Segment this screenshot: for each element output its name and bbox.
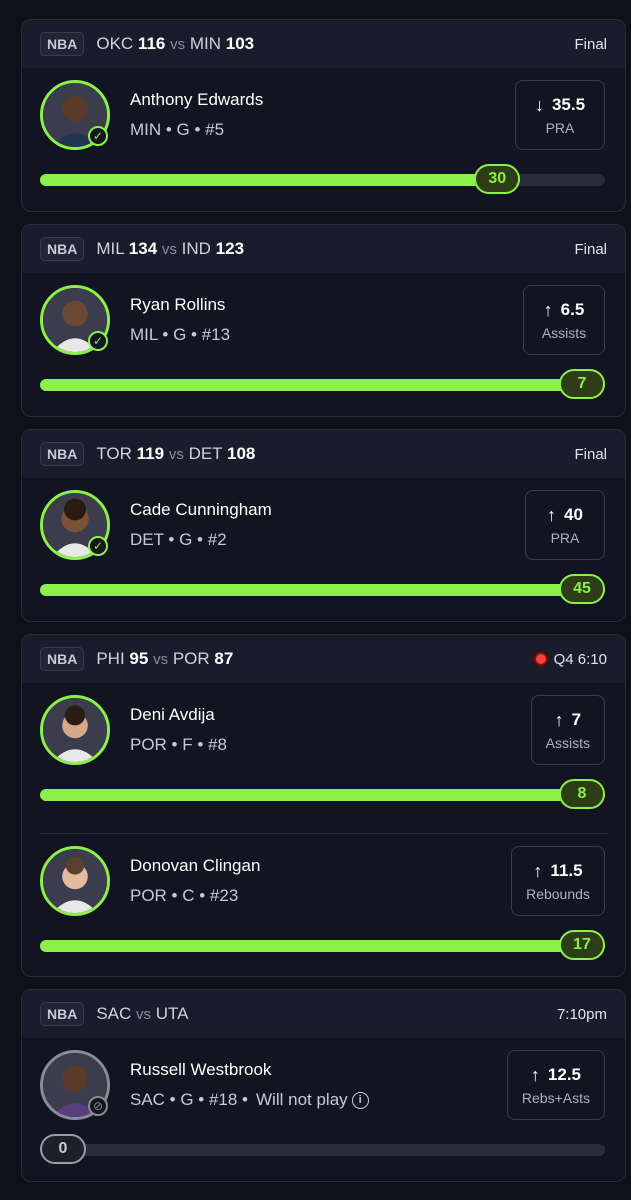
league-badge: NBA [40, 1002, 85, 1026]
prop-line: 11.5 [550, 861, 583, 880]
player-info: DET • G • #2 [130, 530, 227, 549]
game-status: Q4 6:10 [533, 651, 607, 668]
player-avatar [40, 846, 110, 916]
check-icon: ✓ [88, 126, 108, 146]
game-card-phi-por[interactable]: NBA PHI 95 vs POR 87 Q4 6:10 Deni Avdija… [21, 634, 626, 977]
prop-line: 7 [571, 710, 582, 729]
game-status: Final [574, 240, 607, 258]
prop-stat: Rebounds [526, 885, 590, 902]
prop-line-box[interactable]: ↑ 12.5 Rebs+Asts [506, 1050, 605, 1120]
player-name: Donovan Clingan [130, 856, 261, 875]
league-badge: NBA [40, 442, 85, 466]
game-status: 7:10pm [556, 1005, 607, 1023]
matchup: SAC vs UTA [96, 1004, 189, 1023]
unavailable-icon: ⊘ [88, 1096, 108, 1116]
progress-fill [40, 379, 605, 391]
game-card-sac-uta[interactable]: NBA SAC vs UTA 7:10pm ⊘ Russell Westbroo… [21, 989, 626, 1182]
game-header: NBA TOR 119 vs DET 108 Final [22, 430, 625, 478]
player-row[interactable]: Donovan Clingan POR • C • #23 ↑ 11.5 Rebo… [22, 834, 625, 976]
player-name: Cade Cunningham [130, 500, 272, 519]
arrow-up-icon: ↑ [533, 860, 543, 881]
progress-track [40, 584, 605, 596]
prop-line: 6.5 [560, 300, 585, 319]
prop-stat: Assists [545, 734, 590, 751]
progress-track [40, 1144, 605, 1156]
prop-line-box[interactable]: ↑ 11.5 Rebounds [511, 846, 605, 916]
prop-line-box[interactable]: ↑ 6.5 Assists [523, 285, 605, 355]
result-bubble: 30 [474, 164, 521, 194]
player-name: Anthony Edwards [130, 90, 264, 109]
player-row[interactable]: ⊘ Russell Westbrook SAC • G • #18 • Will … [22, 1038, 625, 1181]
player-name: Deni Avdija [130, 705, 215, 724]
progress-fill [40, 789, 605, 801]
result-bubble: 17 [559, 930, 605, 960]
progress-fill [40, 940, 605, 952]
game-card-okc-min[interactable]: NBA OKC 116 vs MIN 103 Final ✓ Anthony E… [21, 19, 626, 212]
game-header: NBA PHI 95 vs POR 87 Q4 6:10 [22, 635, 625, 683]
arrow-down-icon: ↓ [534, 94, 544, 115]
league-badge: NBA [40, 237, 85, 261]
prop-stat: Assists [541, 324, 587, 341]
check-icon: ✓ [88, 331, 108, 351]
prop-stat: PRA [550, 529, 580, 546]
player-row[interactable]: ✓ Anthony Edwards MIN • G • #5 ↓ 35.5 PRA… [22, 68, 625, 211]
progress-track [40, 379, 605, 391]
game-header: NBA SAC vs UTA 7:10pm [22, 990, 625, 1038]
player-row[interactable]: ✓ Cade Cunningham DET • G • #2 ↑ 40 PRA 4… [22, 478, 625, 621]
player-info: POR • C • #23 [130, 886, 239, 905]
player-row[interactable]: Deni Avdija POR • F • #8 ↑ 7 Assists 8 [22, 683, 625, 833]
game-status: Final [574, 35, 607, 53]
arrow-up-icon: ↑ [554, 709, 564, 730]
check-icon: ✓ [88, 536, 108, 556]
matchup: OKC 116 vs MIN 103 [96, 34, 255, 53]
result-bubble: 7 [559, 369, 605, 399]
player-avatar [40, 695, 110, 765]
game-card-mil-ind[interactable]: NBA MIL 134 vs IND 123 Final ✓ Ryan Roll… [21, 224, 626, 417]
prop-line-box[interactable]: ↑ 7 Assists [530, 695, 605, 765]
result-bubble: 45 [559, 574, 605, 604]
matchup: PHI 95 vs POR 87 [96, 649, 234, 668]
player-row[interactable]: ✓ Ryan Rollins MIL • G • #13 ↑ 6.5 Assist… [22, 273, 625, 416]
prop-line: 12.5 [547, 1065, 581, 1084]
progress-track [40, 174, 605, 186]
player-info: MIN • G • #5 [130, 120, 225, 139]
result-bubble: 8 [559, 779, 605, 809]
arrow-up-icon: ↑ [543, 299, 553, 320]
info-icon[interactable]: i [351, 1092, 369, 1110]
progress-fill [40, 584, 605, 596]
prop-stat: PRA [545, 119, 575, 136]
arrow-up-icon: ↑ [530, 1064, 540, 1085]
player-info: SAC • G • #18 • Will not play i [130, 1090, 369, 1110]
availability-note: Will not play [256, 1090, 348, 1109]
progress-track [40, 940, 605, 952]
prop-line: 40 [564, 505, 583, 524]
progress-track [40, 789, 605, 801]
live-icon [533, 652, 548, 666]
progress-fill [40, 174, 521, 186]
prop-stat: Rebs+Asts [521, 1089, 590, 1106]
arrow-up-icon: ↑ [547, 504, 557, 525]
matchup: MIL 134 vs IND 123 [96, 239, 245, 258]
game-status: Final [574, 445, 607, 463]
result-bubble: 0 [40, 1134, 86, 1164]
game-header: NBA OKC 116 vs MIN 103 Final [22, 20, 625, 68]
player-info: MIL • G • #13 [130, 325, 231, 344]
matchup: TOR 119 vs DET 108 [96, 444, 256, 463]
player-info: POR • F • #8 [130, 735, 227, 754]
player-name: Ryan Rollins [130, 295, 226, 314]
prop-line-box[interactable]: ↑ 40 PRA [525, 490, 605, 560]
game-card-tor-det[interactable]: NBA TOR 119 vs DET 108 Final ✓ Cade Cunn… [21, 429, 626, 622]
prop-line: 35.5 [551, 95, 586, 114]
game-header: NBA MIL 134 vs IND 123 Final [22, 225, 625, 273]
player-name: Russell Westbrook [130, 1060, 272, 1079]
league-badge: NBA [40, 32, 85, 56]
league-badge: NBA [40, 647, 85, 671]
prop-line-box[interactable]: ↓ 35.5 PRA [515, 80, 605, 150]
